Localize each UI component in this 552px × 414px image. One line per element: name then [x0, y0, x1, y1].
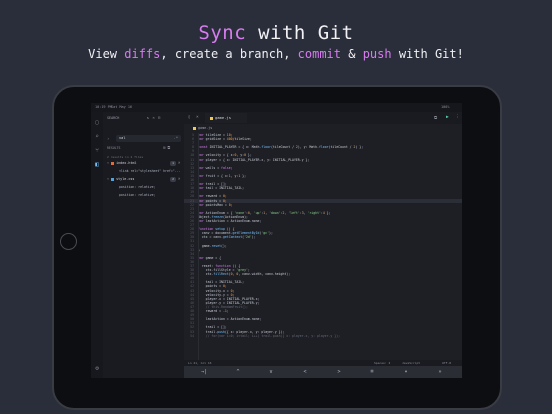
chevron-right-icon[interactable]: › [107, 136, 109, 141]
subline-accent: commit [297, 47, 342, 61]
gutter-divider [198, 133, 199, 360]
js-file-icon [193, 126, 196, 130]
breadcrumb-file: game.js [198, 126, 213, 130]
subline-part: & [341, 47, 363, 61]
search-icon[interactable]: ⌕ [94, 134, 100, 140]
split-icon[interactable]: ▯ [188, 115, 191, 120]
more-icon[interactable]: ⋮ [455, 115, 460, 120]
arrow-down-key[interactable]: v [256, 366, 286, 378]
search-sidebar: SEARCH ↻✕⊟ › val .* RESULTS ⊞⧉ 2 results … [103, 112, 184, 378]
close-icon[interactable]: × [196, 115, 199, 120]
headline-rest: with Git [246, 22, 354, 44]
settings-icon[interactable]: ⚙ [94, 366, 100, 372]
app-screen: 10:19 PM Sat May 16 100% ▢ ⌕ ⑂ ◧ ⚙ SEARC… [91, 103, 462, 378]
css-file-icon [111, 177, 115, 181]
arrow-left-key[interactable]: < [290, 366, 320, 378]
run-icon[interactable]: ▶ [446, 115, 449, 120]
result-count-badge: 1 [170, 161, 176, 166]
result-file-row[interactable]: ▾ index.html [107, 161, 137, 165]
code-area[interactable]: 5 var tileSize = 10; 6 var gridSize = 400/t… [184, 133, 462, 360]
editor-pane: ▯ × game.js ⧉ ▶ ⋮ game.js 5 var tileSize … [184, 112, 462, 378]
tab-key[interactable]: →| [189, 366, 219, 378]
tab-label: game.js [215, 115, 232, 120]
result-match-line[interactable]: position: relative; [119, 185, 155, 189]
sidebar-title: SEARCH [107, 116, 120, 120]
status-time: 10:19 PM [95, 105, 112, 109]
tab-bar: ▯ × game.js ⧉ ▶ ⋮ [184, 112, 462, 124]
result-count-badge: 2 [170, 177, 176, 182]
close-icon[interactable]: × [178, 176, 180, 181]
regex-icon[interactable]: .* [174, 135, 178, 142]
headline: Sync with Git [0, 22, 552, 44]
subline-accent: push [362, 47, 392, 61]
results-label: RESULTS [107, 146, 121, 150]
subline-part: with Git! [391, 47, 464, 61]
activity-bar: ▢ ⌕ ⑂ ◧ ⚙ [91, 112, 103, 378]
home-button[interactable] [60, 233, 77, 250]
keyboard-accessory-bar: →| ^ v < > ⌘ ▾ » [184, 366, 462, 378]
sidebar-toolbar: ↻✕⊟ [147, 115, 163, 120]
line-text: // for(var i=0; i<tail; i++) trail.push(… [198, 333, 341, 338]
preview-icon[interactable]: ⧉ [434, 115, 437, 121]
arrow-up-key[interactable]: ^ [223, 366, 253, 378]
result-file-name: style.css [116, 177, 135, 181]
subline: View diffs, create a branch, commit & pu… [0, 47, 552, 61]
html-file-icon [111, 161, 115, 165]
js-file-icon [210, 116, 213, 120]
files-icon[interactable]: ▢ [94, 120, 100, 126]
extensions-icon[interactable]: ◧ [94, 162, 100, 168]
search-input-value: val [119, 136, 126, 140]
command-key[interactable]: ⌘ [357, 366, 387, 378]
arrow-right-key[interactable]: > [324, 366, 354, 378]
breadcrumb[interactable]: game.js [184, 124, 462, 132]
close-icon[interactable]: × [178, 160, 180, 165]
source-control-icon[interactable]: ⑂ [94, 148, 100, 154]
subline-part: , create a branch, [160, 47, 298, 61]
result-match-line[interactable]: <link rel="stylesheet" href="... [119, 169, 180, 173]
tab-game-js[interactable]: game.js [205, 113, 247, 123]
result-file-name: index.html [116, 161, 137, 165]
subline-part: View [88, 47, 125, 61]
line-number: 54 [190, 333, 194, 338]
collapse-icon[interactable]: ⊟ [158, 115, 163, 120]
subline-accent: diffs [124, 47, 161, 61]
battery-level: 100% [441, 105, 450, 109]
status-date: Sat May 16 [111, 105, 133, 109]
dismiss-keyboard-key[interactable]: ▾ [391, 366, 421, 378]
results-toolbar: ⊞⧉ [163, 145, 172, 150]
headline-accent: Sync [198, 22, 247, 44]
result-match-line[interactable]: position: relative; [119, 193, 155, 197]
status-bar: 10:19 PM Sat May 16 100% [91, 103, 462, 112]
results-summary: 2 results in 2 files [107, 155, 144, 159]
copy-icon[interactable]: ⧉ [167, 145, 172, 150]
search-input[interactable]: val .* [116, 135, 181, 142]
more-keys[interactable]: » [425, 366, 455, 378]
result-file-row[interactable]: ▾ style.css [107, 177, 134, 181]
code-line[interactable]: 54 // for(var i=0; i<tail; i++) trail.pu… [184, 334, 462, 338]
